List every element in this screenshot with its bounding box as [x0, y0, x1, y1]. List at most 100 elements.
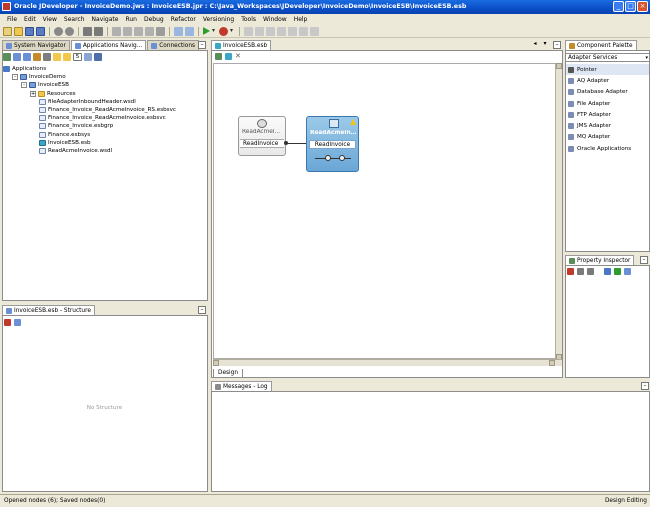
sort-icon[interactable] — [23, 53, 31, 61]
transform-icon[interactable] — [339, 155, 345, 161]
garbage-collect-icon[interactable] — [310, 26, 319, 36]
service-connector[interactable] — [284, 141, 306, 145]
canvas-vertical-scrollbar[interactable] — [555, 63, 562, 360]
find-icon[interactable] — [156, 26, 165, 36]
scroll-left-icon[interactable] — [213, 360, 219, 366]
tab-applications-navigator[interactable]: Applications Navig... — [70, 40, 147, 50]
filter-icon[interactable] — [325, 155, 331, 161]
sync-icon[interactable] — [94, 53, 102, 61]
sort-icon[interactable] — [624, 268, 631, 275]
menu-file[interactable]: File — [4, 14, 21, 25]
palette-item[interactable]: Pointer — [566, 64, 649, 76]
expand-icon[interactable]: + — [30, 90, 36, 97]
cut-icon[interactable] — [112, 26, 121, 36]
paste-icon[interactable] — [134, 26, 143, 36]
terminate-icon[interactable] — [299, 26, 308, 36]
collapse-icon[interactable]: - — [21, 82, 27, 89]
debug-icon[interactable] — [219, 26, 228, 36]
resume-icon[interactable] — [288, 26, 297, 36]
palette-item[interactable]: MQ Adapter — [566, 132, 649, 143]
palette-item[interactable]: JMS Adapter — [566, 120, 649, 131]
routing-rule[interactable] — [315, 155, 355, 163]
messages-minimize-button[interactable]: – — [641, 382, 649, 390]
tab-messages-log[interactable]: Messages - Log — [211, 381, 272, 391]
tree-item[interactable]: Finance_Invoice.esbgrp — [3, 122, 203, 130]
tree-item[interactable]: - InvoiceDemo — [3, 73, 203, 81]
structure-minimize-button[interactable]: – — [198, 306, 206, 314]
rebuild-icon[interactable] — [185, 26, 194, 36]
show-icon[interactable] — [43, 53, 51, 61]
tab-list-icon[interactable]: ▾ — [541, 41, 549, 49]
redo-icon[interactable] — [94, 26, 103, 36]
forward-icon[interactable] — [65, 26, 74, 36]
menu-versioning[interactable]: Versioning — [200, 14, 238, 25]
filter-icon[interactable] — [13, 53, 21, 61]
tab-scroll-left-icon[interactable]: ◂ — [531, 41, 539, 49]
palette-item[interactable]: Database Adapter — [566, 87, 649, 98]
tab-system-navigator[interactable]: System Navigator — [2, 40, 70, 50]
menu-navigate[interactable]: Navigate — [89, 14, 123, 25]
palette-page-select[interactable]: Adapter Services ▾ — [565, 53, 650, 62]
open-icon[interactable] — [14, 26, 23, 36]
folder-icon[interactable] — [53, 53, 61, 61]
palette-item[interactable]: File Adapter — [566, 98, 649, 109]
routing-service-node[interactable]: ReadAcmeInv... ReadInvoice — [306, 116, 359, 172]
pause-icon[interactable] — [277, 26, 286, 36]
palette-item[interactable]: Oracle Applications — [566, 143, 649, 154]
tree-item[interactable]: Finance.esbsys — [3, 131, 203, 139]
undo-icon[interactable] — [83, 26, 92, 36]
menu-window[interactable]: Window — [260, 14, 291, 25]
run-dropdown-icon[interactable]: ▾ — [212, 27, 217, 36]
tab-invoiceesb-editor[interactable]: InvoiceESB.esb — [211, 40, 272, 50]
expand-icon[interactable] — [84, 53, 92, 61]
menu-refactor[interactable]: Refactor — [168, 14, 200, 25]
structure-view-icon[interactable] — [14, 319, 21, 326]
validate-icon[interactable] — [215, 53, 222, 60]
tree-item[interactable]: fileAdapterInboundHeader.wsdl — [3, 98, 203, 106]
pin-icon[interactable] — [4, 319, 11, 326]
tree-item[interactable]: InvoiceESB.esb — [3, 139, 203, 147]
minimize-button[interactable]: _ — [613, 1, 624, 12]
maximize-button[interactable]: □ — [625, 1, 636, 12]
routing-node-operation[interactable]: ReadInvoice — [309, 140, 356, 149]
edit-icon[interactable] — [577, 268, 584, 275]
run-icon[interactable] — [203, 27, 210, 35]
tab-design[interactable]: Design — [213, 369, 244, 378]
menu-tools[interactable]: Tools — [238, 14, 260, 25]
tab-structure[interactable]: InvoiceESB.esb - Structure — [2, 305, 95, 315]
save-all-icon[interactable] — [36, 26, 45, 36]
editor-minimize-button[interactable]: – — [553, 41, 561, 49]
tab-property-inspector[interactable]: Property Inspector — [565, 255, 635, 265]
property-inspector-minimize-button[interactable]: – — [640, 256, 648, 264]
step-out-icon[interactable] — [266, 26, 275, 36]
tree-item[interactable]: - InvoiceESB — [3, 81, 203, 89]
save-icon[interactable] — [25, 26, 34, 36]
menu-edit[interactable]: Edit — [21, 14, 40, 25]
refresh-icon[interactable] — [3, 53, 11, 61]
navigator-minimize-button[interactable]: – — [198, 41, 206, 49]
back-icon[interactable] — [54, 26, 63, 36]
palette-item[interactable]: FTP Adapter — [566, 109, 649, 120]
close-button[interactable]: × — [637, 1, 648, 12]
pencil-icon[interactable] — [587, 268, 594, 275]
toggle-icon[interactable] — [33, 53, 41, 61]
categorize-icon[interactable] — [614, 268, 621, 275]
delete-icon[interactable] — [145, 26, 154, 36]
pin-icon[interactable] — [567, 268, 574, 275]
adapter-service-node[interactable]: ReadAcmeI... ReadInvoice — [238, 116, 286, 156]
tab-connections[interactable]: Connections — [147, 40, 200, 50]
menu-search[interactable]: Search — [61, 14, 89, 25]
tree-item[interactable]: + Resources — [3, 90, 203, 98]
adapter-node-operation[interactable]: ReadInvoice — [240, 139, 284, 148]
esb-diagram-canvas[interactable] — [213, 63, 556, 359]
scroll-up-icon[interactable] — [556, 63, 562, 69]
palette-item[interactable]: AQ Adapter — [566, 75, 649, 86]
collapse-icon[interactable]: - — [12, 74, 18, 81]
copy-icon[interactable] — [123, 26, 132, 36]
scroll-right-icon[interactable] — [549, 360, 555, 366]
level-stepper[interactable]: 5 — [73, 53, 82, 61]
step-into-icon[interactable] — [255, 26, 264, 36]
new-icon[interactable] — [3, 26, 12, 36]
make-icon[interactable] — [174, 26, 183, 36]
debug-dropdown-icon[interactable]: ▾ — [230, 27, 235, 36]
